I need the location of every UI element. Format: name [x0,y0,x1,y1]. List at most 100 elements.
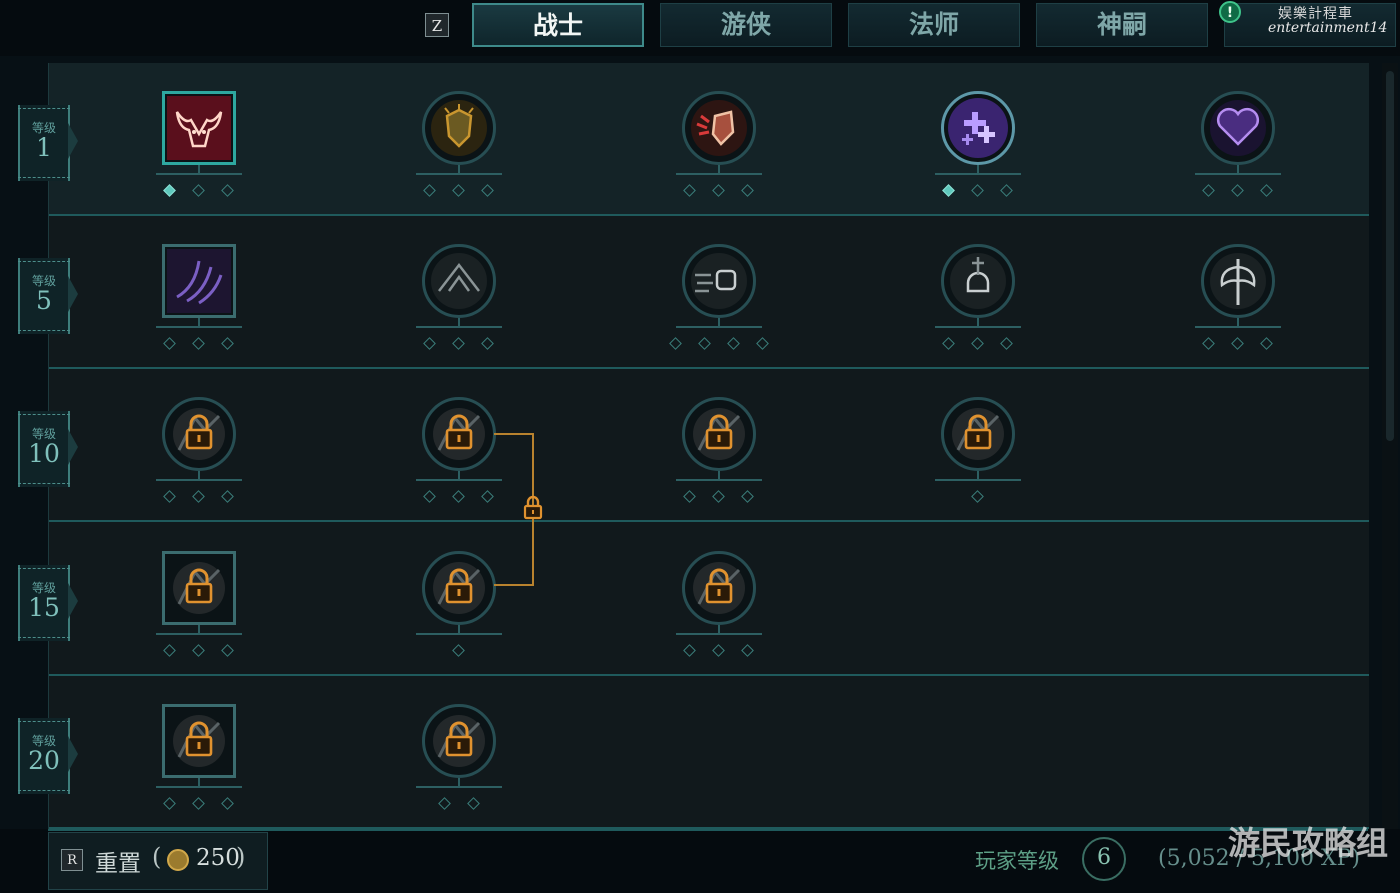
skill-node[interactable] [422,550,496,625]
node-underline [676,479,762,482]
shield-strike-icon [691,100,747,156]
double-axe-icon [1210,253,1266,310]
node-stem [718,165,720,173]
tab-godborn[interactable]: 神嗣 [1036,3,1208,47]
node-underline [416,479,502,482]
watermark-bottom: 游民攻略组 [1228,824,1389,862]
node-underline [156,785,242,788]
skill-node[interactable] [1201,91,1275,165]
node-underline [156,173,242,175]
node-stem [1237,318,1239,327]
level-badge: 等级 10 [18,411,78,488]
bottom-divider [48,829,1368,831]
skill-node[interactable] [162,244,236,319]
purple-crosses-icon [948,98,1008,158]
level-badge: 等级 5 [18,258,78,335]
tab-warrior[interactable]: 战士 [472,3,644,47]
player-level-value: 6 [1097,845,1111,870]
node-underline [935,173,1021,175]
node-stem [458,471,460,480]
alert-icon[interactable]: ! [1219,1,1241,23]
skill-node[interactable] [682,244,756,319]
node-underline [935,479,1021,482]
locked-shield-icon [433,408,485,461]
level-badge: 等级 20 [18,717,78,794]
locked-dash-icon [952,408,1004,461]
level-number: 20 [28,745,60,775]
skill-node[interactable] [422,244,496,319]
skill-node[interactable] [422,397,496,472]
skill-tree-panel [48,63,1369,829]
level-number: 15 [28,592,60,622]
purple-heart-icon [1210,100,1266,156]
level-badge: 等级 15 [18,564,78,641]
scrollbar[interactable] [1382,63,1398,829]
node-underline [935,326,1021,329]
shield-burst-icon [431,100,487,156]
node-stem [198,471,200,480]
tier-row-level-20 [49,676,1369,829]
purple-claw-icon [167,249,231,314]
locked-arrows-icon [173,561,225,614]
node-underline [156,326,242,329]
locked-totem-icon [433,714,485,767]
node-underline [416,632,502,635]
watermark-top-sub: entertainment14 [1268,20,1388,36]
level-badge: 等级 1 [18,105,78,181]
node-underline [1195,173,1281,175]
node-underline [676,632,762,635]
node-underline [156,632,242,635]
locked-slash-icon [433,561,485,614]
locked-burst-icon [173,408,225,461]
skill-node[interactable] [162,397,236,472]
skill-node[interactable] [1201,244,1275,319]
reset-label: 重置 [95,851,141,877]
skill-node[interactable] [682,550,756,625]
tab-ranger[interactable]: 游侠 [660,3,832,47]
node-stem [718,471,720,480]
tab-mage[interactable]: 法师 [848,3,1020,47]
skill-node[interactable] [162,91,236,165]
skill-node[interactable] [941,91,1015,165]
skill-node[interactable] [162,550,236,625]
toggle-key-hint[interactable]: Z [425,13,449,37]
coin-icon [167,849,189,871]
node-underline [416,326,502,329]
node-stem [198,318,200,327]
skill-node[interactable] [682,91,756,165]
node-stem [1237,165,1239,173]
bull-head-icon [167,96,231,160]
skill-node[interactable] [162,703,236,778]
scrollbar-thumb[interactable] [1386,71,1394,441]
node-stem [977,318,979,327]
node-underline [676,173,762,175]
lock-icon [523,495,543,520]
tent-icon [431,253,487,310]
node-stem [198,777,200,786]
fist-punch-icon [691,253,747,310]
node-underline [416,785,502,788]
player-level-label: 玩家等级 [975,849,1059,873]
node-underline [676,326,762,329]
reset-cost-value: 250 [196,845,240,871]
reset-cost-close: ) [236,843,246,871]
reset-cost-open: ( [152,843,162,871]
skill-node[interactable] [941,397,1015,472]
level-number: 1 [36,133,52,162]
node-underline [156,479,242,482]
node-stem [458,318,460,327]
level-number: 5 [36,286,52,316]
skill-node[interactable] [422,703,496,778]
node-underline [1195,326,1281,329]
node-stem [198,624,200,633]
node-stem [977,471,979,480]
skill-node[interactable] [941,244,1015,319]
reset-key-hint[interactable]: R [61,849,83,871]
skill-node[interactable] [682,397,756,472]
locked-swirl-icon [693,408,745,461]
node-underline [416,173,502,175]
skull-sword-icon [950,253,1006,310]
node-stem [458,165,460,173]
node-stem [458,777,460,786]
skill-node[interactable] [422,91,496,165]
